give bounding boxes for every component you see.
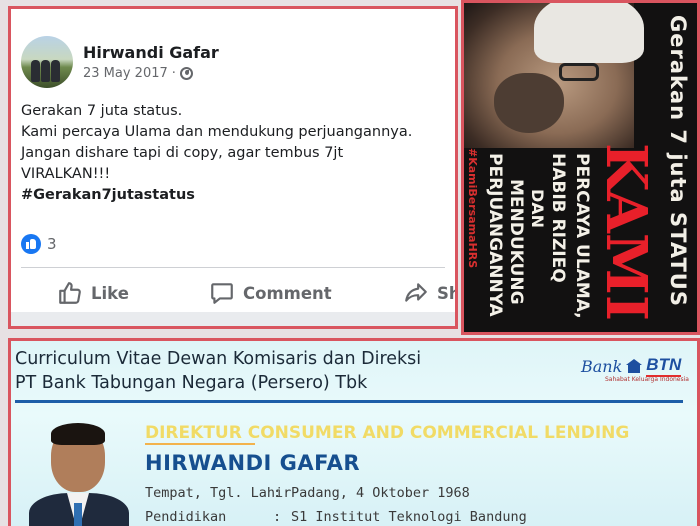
post-line: VIRALKAN!!! xyxy=(21,166,111,182)
poster-line: HABIB RIZIEQ xyxy=(548,153,568,283)
cv-detail-row: Pendidikan: S1 Institut Teknologi Bandung xyxy=(145,509,527,525)
like-button[interactable]: Like xyxy=(57,273,129,313)
poster-watermark: #KamiBersamaHRS xyxy=(466,148,479,269)
post-author-name[interactable]: Hirwandi Gafar xyxy=(83,43,219,62)
campaign-poster-image: Gerakan 7 juta STATUS KAMI PERCAYA ULAMA… xyxy=(461,0,700,335)
bank-logo: Bank BTN xyxy=(581,355,682,377)
post-line: Kami percaya Ulama dan mendukung perjuan… xyxy=(21,124,413,140)
globe-icon xyxy=(179,67,193,80)
like-reaction-icon xyxy=(21,234,41,254)
facebook-post-card: Hirwandi Gafar 23 May 2017 · Gerakan 7 j… xyxy=(8,6,458,329)
cv-detail-sep: : xyxy=(273,509,282,525)
cv-position: DIREKTUR CONSUMER AND COMMERCIAL LENDING xyxy=(145,423,630,443)
card-footer-strip xyxy=(11,312,455,326)
post-meta: 23 May 2017 · xyxy=(83,66,219,81)
post-line: Jangan dishare tapi di copy, agar tembus… xyxy=(21,145,344,161)
cv-detail-row: Tempat, Tgl. Lahir: Padang, 4 Oktober 196… xyxy=(145,485,470,501)
comment-label: Comment xyxy=(243,283,332,303)
post-actions: Like Comment Sh xyxy=(11,273,455,313)
post-line: Gerakan 7 juta status. xyxy=(21,103,183,119)
bank-tagline: Sahabat Keluarga Indonesia xyxy=(605,376,689,383)
poster-line: DAN xyxy=(528,189,547,229)
bank-house-icon xyxy=(626,359,643,373)
poster-line: PERJUANGANNYA xyxy=(485,153,505,317)
cv-header-rule xyxy=(15,400,683,403)
share-icon xyxy=(405,283,427,302)
comment-icon xyxy=(211,283,233,304)
poster-campaign-text: Gerakan 7 juta STATUS xyxy=(666,15,690,307)
action-divider xyxy=(21,267,445,268)
poster-headline: KAMI xyxy=(593,143,659,322)
bank-logo-word: Bank xyxy=(581,356,623,376)
post-hashtag[interactable]: #Gerakan7jutastatus xyxy=(21,185,451,206)
cv-person-name: HIRWANDI GAFAR xyxy=(145,451,361,475)
cv-detail-label: Pendidikan xyxy=(145,509,227,525)
cv-detail-value: S1 Institut Teknologi Bandung xyxy=(291,509,527,525)
cv-title: Curriculum Vitae Dewan Komisaris dan Dir… xyxy=(15,349,422,369)
reaction-count: 3 xyxy=(47,235,57,253)
cv-document: Curriculum Vitae Dewan Komisaris dan Dir… xyxy=(8,338,700,526)
meta-separator: · xyxy=(171,66,176,81)
share-label: Sh xyxy=(437,283,455,303)
comment-button[interactable]: Comment xyxy=(209,273,332,313)
bank-logo-brand: BTN xyxy=(646,355,682,377)
post-date[interactable]: 23 May 2017 xyxy=(83,66,168,81)
cv-company: PT Bank Tabungan Negara (Persero) Tbk xyxy=(15,373,368,393)
thumbs-up-icon xyxy=(59,282,81,304)
avatar[interactable] xyxy=(21,36,73,88)
like-label: Like xyxy=(91,283,129,303)
reactions-summary[interactable]: 3 xyxy=(21,234,57,254)
poster-portrait-photo xyxy=(464,3,644,148)
post-header: Hirwandi Gafar 23 May 2017 · xyxy=(21,36,219,88)
poster-line: PERCAYA ULAMA, xyxy=(572,153,592,319)
cv-position-underline xyxy=(145,443,255,445)
director-portrait-photo xyxy=(29,421,133,526)
poster-line: MENDUKUNG xyxy=(506,179,526,305)
share-button[interactable]: Sh xyxy=(403,273,455,313)
cv-detail-label: Tempat, Tgl. Lahir xyxy=(145,485,292,501)
cv-detail-value: Padang, 4 Oktober 1968 xyxy=(291,485,470,501)
post-body: Gerakan 7 juta status. Kami percaya Ulam… xyxy=(21,101,451,206)
cv-detail-sep: : xyxy=(273,485,282,501)
